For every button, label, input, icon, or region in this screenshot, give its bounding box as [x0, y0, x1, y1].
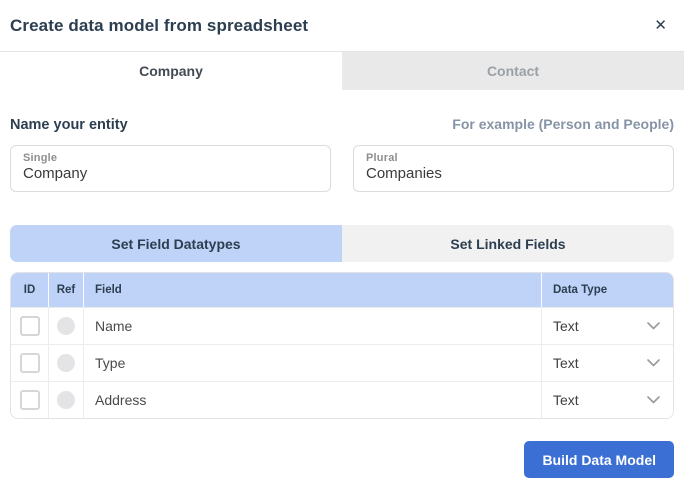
column-header-datatype: Data Type — [541, 273, 673, 307]
column-header-field: Field — [95, 284, 122, 296]
datatype-dropdown[interactable]: Text — [541, 345, 673, 381]
table-row: Type Text — [11, 344, 673, 381]
create-data-model-dialog: Create data model from spreadsheet ✕ Com… — [0, 0, 684, 490]
datatype-value: Text — [553, 392, 579, 408]
datatype-value: Text — [553, 318, 579, 334]
column-header-ref: Ref — [49, 273, 84, 307]
tab-set-linked-fields[interactable]: Set Linked Fields — [342, 225, 674, 262]
fields-table: ID Ref Field Data Type Name Text Type Te… — [10, 272, 674, 419]
datatype-value: Text — [553, 355, 579, 371]
tab-company[interactable]: Company — [0, 52, 342, 90]
single-name-field[interactable]: Single Company — [10, 145, 331, 192]
plural-label: Plural — [366, 152, 398, 164]
single-label: Single — [23, 152, 58, 164]
field-config-tabs: Set Field Datatypes Set Linked Fields — [10, 225, 674, 262]
tab-set-field-datatypes[interactable]: Set Field Datatypes — [10, 225, 342, 262]
dialog-title: Create data model from spreadsheet — [10, 15, 309, 35]
datatype-dropdown[interactable]: Text — [541, 308, 673, 344]
field-name: Address — [95, 392, 147, 408]
name-your-entity-label: Name your entity — [10, 117, 128, 133]
plural-value[interactable]: Companies — [366, 165, 661, 182]
id-checkbox[interactable] — [19, 316, 40, 336]
close-icon[interactable]: ✕ — [654, 18, 667, 33]
ref-radio[interactable] — [57, 354, 75, 372]
table-row: Address Text — [11, 381, 673, 418]
column-header-id: ID — [11, 273, 49, 307]
entity-name-inputs: Single Company Plural Companies — [10, 145, 674, 192]
table-header-row: ID Ref Field Data Type — [11, 273, 673, 307]
build-data-model-button[interactable]: Build Data Model — [524, 441, 674, 478]
dialog-header: Create data model from spreadsheet ✕ — [0, 0, 684, 52]
entity-tabs: Company Contact — [0, 52, 684, 90]
plural-name-field[interactable]: Plural Companies — [353, 145, 674, 192]
naming-example-hint: For example (Person and People) — [452, 116, 674, 132]
chevron-down-icon — [647, 322, 660, 330]
single-value[interactable]: Company — [23, 165, 318, 182]
ref-radio[interactable] — [57, 317, 75, 335]
datatype-dropdown[interactable]: Text — [541, 382, 673, 418]
field-name: Name — [95, 318, 133, 334]
tab-contact[interactable]: Contact — [342, 52, 684, 90]
id-checkbox[interactable] — [19, 390, 40, 410]
field-name: Type — [95, 355, 126, 371]
chevron-down-icon — [647, 396, 660, 404]
dialog-footer: Build Data Model — [10, 441, 674, 478]
naming-header: Name your entity For example (Person and… — [10, 116, 674, 133]
ref-radio[interactable] — [57, 391, 75, 409]
id-checkbox[interactable] — [19, 353, 40, 373]
table-row: Name Text — [11, 307, 673, 344]
chevron-down-icon — [647, 359, 660, 367]
